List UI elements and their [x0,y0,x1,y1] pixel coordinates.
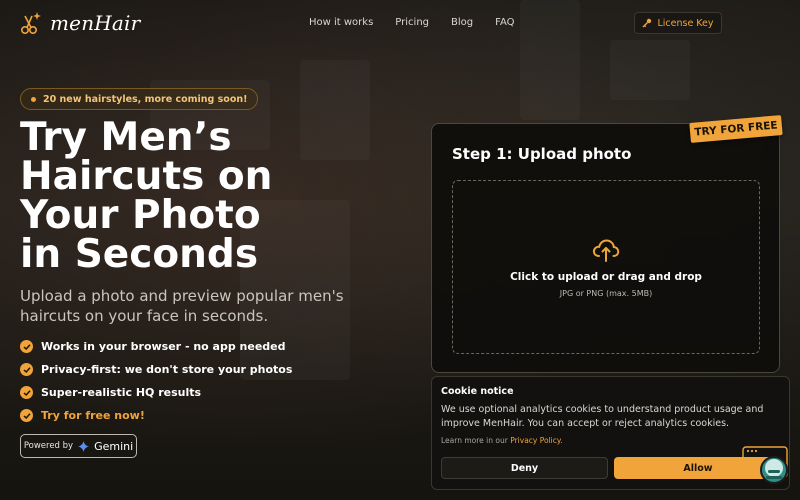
badge-dot-icon [31,96,36,102]
nav-link-how-it-works[interactable]: How it works [309,17,373,28]
upload-cta: Click to upload or drag and drop [510,270,702,283]
badge-text: 20 new hairstyles, more coming soon! [43,93,248,105]
hero-title-line: Your Photo [20,193,261,238]
feature-item-try-free[interactable]: Try for free now! [20,404,292,427]
license-key-label: License Key [657,17,714,29]
powered-by-label: Powered by [23,441,74,451]
privacy-policy-link[interactable]: Privacy Policy [510,436,560,445]
feature-text: Super-realistic HQ results [41,386,202,399]
check-icon [20,340,33,353]
nav-link-pricing[interactable]: Pricing [395,17,429,28]
cookie-learn-prefix: Learn more in our [441,436,508,445]
brand-name: menHair [50,11,141,35]
hero-title-line: Haircuts on [20,154,273,199]
hero-subtitle: Upload a photo and preview popular men's… [20,287,344,325]
key-icon [642,18,652,28]
feature-text: Works in your browser - no app needed [41,340,286,353]
license-key-button[interactable]: License Key [634,12,722,34]
feature-item: Works in your browser - no app needed [20,335,292,358]
feature-item: Privacy-first: we don't store your photo… [20,358,292,381]
upload-card: Step 1: Upload photo Click to upload or … [431,123,780,373]
cloud-upload-icon [592,238,620,262]
nav-link-faq[interactable]: FAQ [495,17,514,28]
cookie-notice: Cookie notice We use optional analytics … [431,376,790,490]
deny-cookies-button[interactable]: Deny [441,457,608,479]
hero-title-line: in Seconds [20,232,259,277]
hero-title-line: Try Men’s [20,115,232,160]
cookie-text: We use optional analytics cookies to und… [441,404,764,429]
top-nav: menHair How it works Pricing Blog FAQ Li… [0,0,800,48]
scissors-sparkle-icon [20,12,41,34]
gemini-sparkle-icon [78,440,90,452]
brand-logo[interactable]: menHair [20,10,140,36]
cookie-title: Cookie notice [441,386,514,397]
cookie-learn-more: Learn more in our Privacy Policy. [441,436,563,445]
upload-hint: JPG or PNG (max. 5MB) [559,288,653,298]
nav-links: How it works Pricing Blog FAQ [309,17,515,28]
check-icon [20,363,33,376]
gemini-label: Gemini [94,439,134,453]
check-icon [20,386,33,399]
announcement-badge: 20 new hairstyles, more coming soon! [20,88,259,110]
feature-list: Works in your browser - no app needed Pr… [20,335,292,427]
nav-link-blog[interactable]: Blog [451,17,473,28]
cookie-learn-suffix: . [560,436,563,445]
feature-item: Super-realistic HQ results [20,381,292,404]
check-icon [20,409,33,422]
powered-by-badge[interactable]: Powered by Gemini [20,434,137,458]
feature-text: Privacy-first: we don't store your photo… [41,363,293,376]
feature-text: Try for free now! [41,409,145,422]
hero-title: Try Men’s Haircuts on Your Photo in Seco… [20,118,420,274]
upload-step-title: Step 1: Upload photo [452,145,632,163]
chat-widget-icon[interactable] [742,446,790,486]
upload-dropzone[interactable]: Click to upload or drag and drop JPG or … [452,180,760,354]
